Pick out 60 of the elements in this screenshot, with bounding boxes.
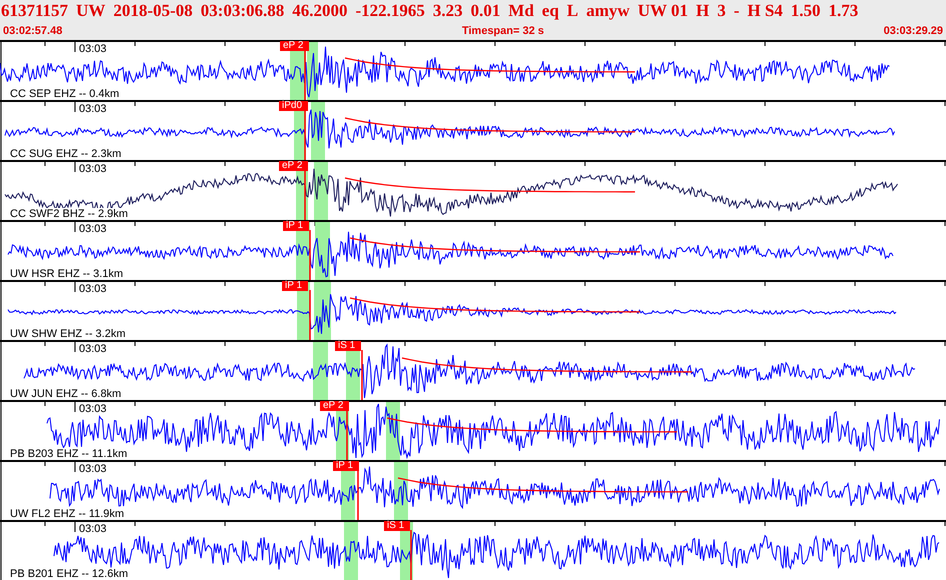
event-field: - bbox=[734, 1, 740, 23]
event-field: H bbox=[696, 1, 710, 23]
pick-flag[interactable]: eP 2 bbox=[320, 401, 350, 411]
pick-line bbox=[346, 410, 348, 460]
pick-flag[interactable]: iPd0 bbox=[279, 101, 308, 111]
pick-flag[interactable]: iS 1 bbox=[335, 341, 362, 351]
pick-line bbox=[304, 170, 306, 220]
pick-line bbox=[309, 230, 311, 280]
pick-flag[interactable]: iP 1 bbox=[333, 461, 360, 471]
event-field: UW bbox=[76, 1, 106, 23]
pick-flag[interactable]: iS 1 bbox=[384, 521, 410, 531]
channel-label: PB B201 EHZ -- 12.6km bbox=[10, 568, 128, 580]
start-time: 03:02:57.48 bbox=[3, 25, 62, 37]
time-label: 03:03 bbox=[79, 223, 107, 235]
channel-label: CC SUG EHZ -- 2.3km bbox=[10, 148, 122, 160]
time-label: 03:03 bbox=[79, 103, 107, 115]
event-field: 46.2000 bbox=[292, 1, 348, 23]
timespan-label: Timespan= 32 s bbox=[462, 25, 544, 37]
channel-label: UW JUN EHZ -- 6.8km bbox=[10, 388, 122, 400]
event-field: L bbox=[566, 1, 578, 23]
channel-label: PB B203 EHZ -- 11.1km bbox=[10, 448, 128, 460]
event-field: UW 01 bbox=[638, 1, 688, 23]
time-label: 03:03 bbox=[79, 403, 107, 415]
event-field: 3 bbox=[717, 1, 726, 23]
event-field: 0.01 bbox=[470, 1, 500, 23]
pick-line bbox=[304, 50, 306, 100]
time-label: 03:03 bbox=[79, 343, 107, 355]
channel-label: UW FL2 EHZ -- 11.9km bbox=[10, 508, 124, 520]
event-field: 3.23 bbox=[432, 1, 463, 23]
pick-flag[interactable]: eP 2 bbox=[279, 161, 308, 171]
pick-flag[interactable]: iP 1 bbox=[283, 221, 310, 231]
time-label: 03:03 bbox=[79, 163, 107, 175]
pick-window bbox=[344, 522, 358, 580]
end-time: 03:03:29.29 bbox=[884, 25, 943, 37]
event-field: 61371157 bbox=[1, 1, 68, 23]
pick-line bbox=[304, 110, 306, 160]
time-label: 03:03 bbox=[79, 523, 107, 535]
pick-flag[interactable]: eP 2 bbox=[280, 41, 310, 51]
time-label: 03:03 bbox=[79, 283, 107, 295]
pick-window bbox=[313, 342, 328, 400]
channel-label: UW HSR EHZ -- 3.1km bbox=[10, 268, 124, 280]
time-label: 03:03 bbox=[79, 463, 107, 475]
channel-label: CC SEP EHZ -- 0.4km bbox=[10, 88, 120, 100]
pick-line bbox=[410, 530, 412, 580]
time-label: 03:03 bbox=[79, 43, 107, 55]
event-field: 03:03:06.88 bbox=[200, 1, 284, 23]
channel-label: CC SWF2 BHZ -- 2.9km bbox=[10, 208, 128, 220]
pick-line bbox=[357, 470, 359, 520]
event-field: amyw bbox=[586, 1, 630, 23]
channel-label: UW SHW EHZ -- 3.2km bbox=[10, 328, 126, 340]
event-field: 2018-05-08 bbox=[113, 1, 193, 23]
event-field: 1.50 bbox=[790, 1, 821, 23]
event-field: 1.73 bbox=[828, 1, 858, 23]
pick-line bbox=[309, 290, 311, 340]
event-field: eq bbox=[542, 1, 559, 23]
pick-line bbox=[361, 350, 363, 400]
event-field: Md bbox=[508, 1, 534, 23]
pick-flag[interactable]: iP 1 bbox=[282, 281, 308, 291]
event-field: H S4 bbox=[747, 1, 783, 23]
event-field: -122.1965 bbox=[356, 1, 425, 23]
